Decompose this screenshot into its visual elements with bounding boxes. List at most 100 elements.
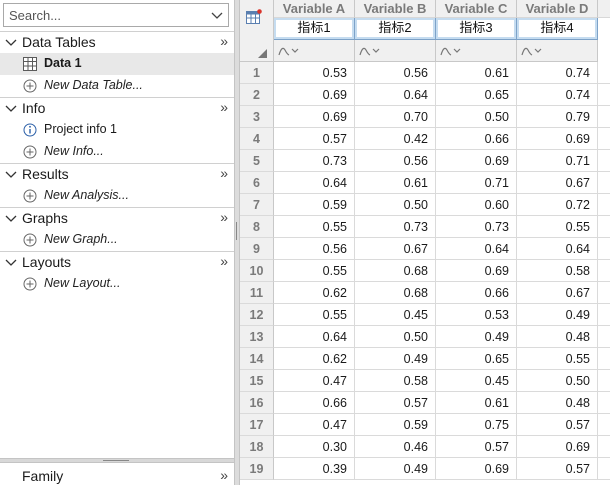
search-box[interactable] xyxy=(3,3,229,27)
table-cell[interactable] xyxy=(598,414,610,436)
table-cell[interactable]: 0.55 xyxy=(274,304,355,326)
section-layouts[interactable]: Layouts » xyxy=(0,251,234,273)
table-cell[interactable]: 0.64 xyxy=(436,238,517,260)
table-cell[interactable]: 0.53 xyxy=(274,62,355,84)
table-cell[interactable]: 0.73 xyxy=(436,216,517,238)
table-cell[interactable]: 0.71 xyxy=(436,172,517,194)
distribution-dropdown-icon[interactable] xyxy=(521,44,545,58)
table-cell[interactable]: 0.69 xyxy=(274,84,355,106)
table-cell[interactable]: 0.57 xyxy=(517,414,598,436)
table-cell[interactable]: 0.67 xyxy=(355,238,436,260)
table-cell[interactable]: 0.58 xyxy=(517,260,598,282)
table-cell[interactable]: 0.45 xyxy=(436,370,517,392)
sidebar-item-new-info[interactable]: New Info... xyxy=(0,141,234,163)
caret-down-icon[interactable] xyxy=(5,214,17,224)
table-cell[interactable] xyxy=(598,326,610,348)
table-cell[interactable]: 0.57 xyxy=(517,458,598,480)
row-number[interactable]: 9 xyxy=(240,238,274,260)
table-cell[interactable]: 0.59 xyxy=(274,194,355,216)
table-cell[interactable]: 0.62 xyxy=(274,348,355,370)
table-cell[interactable]: 0.49 xyxy=(355,458,436,480)
expand-more-icon[interactable]: » xyxy=(220,467,228,483)
table-cell[interactable]: 0.69 xyxy=(436,150,517,172)
table-cell[interactable]: 0.56 xyxy=(274,238,355,260)
row-number[interactable]: 5 xyxy=(240,150,274,172)
row-number[interactable]: 10 xyxy=(240,260,274,282)
expand-more-icon[interactable]: » xyxy=(220,253,228,269)
table-cell[interactable]: 0.64 xyxy=(274,326,355,348)
sidebar-item-new-data-table[interactable]: New Data Table... xyxy=(0,75,234,97)
table-cell[interactable] xyxy=(598,62,610,84)
table-cell[interactable]: 0.69 xyxy=(436,458,517,480)
search-input[interactable] xyxy=(4,4,204,26)
section-family[interactable]: Family » xyxy=(0,463,234,485)
table-cell[interactable]: 0.69 xyxy=(517,436,598,458)
table-cell[interactable]: 0.69 xyxy=(436,260,517,282)
column-subheader[interactable] xyxy=(517,40,598,62)
row-number[interactable]: 4 xyxy=(240,128,274,150)
table-cell[interactable]: 0.49 xyxy=(355,348,436,370)
row-number[interactable]: 15 xyxy=(240,370,274,392)
column-header[interactable]: Variable C xyxy=(436,0,517,18)
table-cell[interactable] xyxy=(598,106,610,128)
table-cell[interactable]: 0.50 xyxy=(355,194,436,216)
table-cell[interactable]: 0.65 xyxy=(436,348,517,370)
distribution-dropdown-icon[interactable] xyxy=(440,44,464,58)
table-cell[interactable] xyxy=(598,238,610,260)
table-cell[interactable]: 0.57 xyxy=(274,128,355,150)
table-cell[interactable] xyxy=(598,370,610,392)
select-all-icon[interactable] xyxy=(258,49,267,58)
table-cell[interactable]: 0.49 xyxy=(517,304,598,326)
section-info[interactable]: Info » xyxy=(0,97,234,119)
caret-down-icon[interactable] xyxy=(5,104,17,114)
table-cell[interactable] xyxy=(598,128,610,150)
table-cell[interactable] xyxy=(598,304,610,326)
table-cell[interactable]: 0.66 xyxy=(274,392,355,414)
table-cell[interactable]: 0.61 xyxy=(436,392,517,414)
table-cell[interactable] xyxy=(598,150,610,172)
column-title[interactable]: 指标2 xyxy=(355,18,436,40)
section-data-tables[interactable]: Data Tables » xyxy=(0,31,234,53)
table-cell[interactable] xyxy=(598,84,610,106)
row-number[interactable]: 8 xyxy=(240,216,274,238)
table-cell[interactable]: 0.79 xyxy=(517,106,598,128)
table-cell[interactable]: 0.66 xyxy=(436,128,517,150)
table-cell[interactable]: 0.58 xyxy=(355,370,436,392)
expand-more-icon[interactable]: » xyxy=(220,33,228,49)
table-cell[interactable]: 0.67 xyxy=(517,172,598,194)
table-cell[interactable]: 0.47 xyxy=(274,414,355,436)
table-cell[interactable]: 0.74 xyxy=(517,62,598,84)
sidebar-item-project-info-1[interactable]: Project info 1 xyxy=(0,119,234,141)
table-cell[interactable] xyxy=(598,392,610,414)
row-number[interactable]: 11 xyxy=(240,282,274,304)
table-cell[interactable]: 0.75 xyxy=(436,414,517,436)
table-cell[interactable]: 0.45 xyxy=(355,304,436,326)
table-cell[interactable] xyxy=(598,172,610,194)
table-cell[interactable]: 0.47 xyxy=(274,370,355,392)
table-cell[interactable]: 0.71 xyxy=(517,150,598,172)
table-cell[interactable]: 0.73 xyxy=(355,216,436,238)
sidebar-item-new-analysis[interactable]: New Analysis... xyxy=(0,185,234,207)
table-cell[interactable]: 0.64 xyxy=(274,172,355,194)
row-number[interactable]: 19 xyxy=(240,458,274,480)
table-cell[interactable]: 0.50 xyxy=(517,370,598,392)
row-number[interactable]: 14 xyxy=(240,348,274,370)
row-number[interactable]: 13 xyxy=(240,326,274,348)
row-number[interactable]: 1 xyxy=(240,62,274,84)
table-cell[interactable]: 0.60 xyxy=(436,194,517,216)
table-cell[interactable]: 0.69 xyxy=(274,106,355,128)
table-cell[interactable]: 0.67 xyxy=(517,282,598,304)
sidebar-item-new-layout[interactable]: New Layout... xyxy=(0,273,234,295)
distribution-dropdown-icon[interactable] xyxy=(359,44,383,58)
table-cell[interactable]: 0.70 xyxy=(355,106,436,128)
expand-more-icon[interactable]: » xyxy=(220,165,228,181)
row-number[interactable]: 18 xyxy=(240,436,274,458)
table-cell[interactable]: 0.55 xyxy=(274,216,355,238)
table-cell[interactable]: 0.57 xyxy=(355,392,436,414)
table-cell[interactable]: 0.49 xyxy=(436,326,517,348)
row-number[interactable]: 12 xyxy=(240,304,274,326)
table-cell[interactable] xyxy=(598,348,610,370)
table-cell[interactable]: 0.68 xyxy=(355,260,436,282)
table-cell[interactable]: 0.48 xyxy=(517,326,598,348)
row-number[interactable]: 2 xyxy=(240,84,274,106)
